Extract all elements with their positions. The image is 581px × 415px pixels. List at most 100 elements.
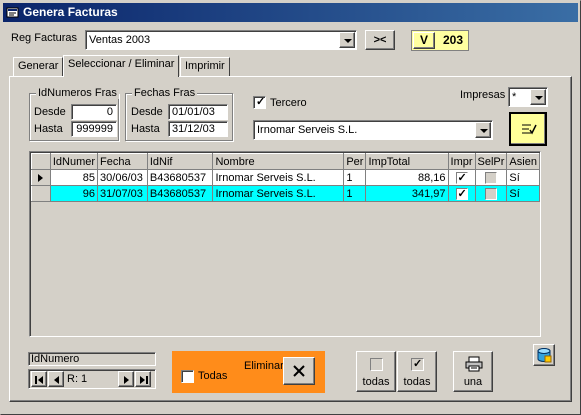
impr-checkbox[interactable]: ✓ xyxy=(455,171,468,184)
fechas-hasta-label: Hasta xyxy=(131,123,160,135)
todas-checkbox[interactable] xyxy=(181,370,194,383)
cell-impr[interactable]: ✓ xyxy=(447,169,476,186)
col-header-fecha[interactable]: Fecha xyxy=(97,153,148,170)
reg-facturas-label: Reg Facturas xyxy=(11,32,78,44)
tercero-checkbox[interactable]: ✓ xyxy=(253,96,266,109)
v-button[interactable]: V xyxy=(413,32,435,49)
counter-value: 203 xyxy=(442,33,464,47)
chevron-down-icon xyxy=(344,39,352,43)
tab-seleccionar-eliminar[interactable]: Seleccionar / Eliminar xyxy=(63,55,180,77)
row-selector[interactable] xyxy=(31,185,51,202)
checkmark-icon: ✓ xyxy=(256,96,266,108)
impresas-select[interactable]: * xyxy=(508,87,548,107)
col-header-imptotal[interactable]: ImpTotal xyxy=(365,153,449,170)
cell-selpr[interactable] xyxy=(474,185,508,202)
reg-facturas-dropdown-button[interactable] xyxy=(339,32,355,48)
cell-fecha[interactable]: 30/06/03 xyxy=(97,169,148,186)
title-bar: Genera Facturas xyxy=(3,3,578,22)
fechas-desde-input[interactable]: 01/01/03 xyxy=(168,104,228,120)
eliminar-button[interactable] xyxy=(283,357,315,385)
prev-record-button[interactable] xyxy=(48,371,64,387)
cell-idnumer[interactable]: 85 xyxy=(49,169,99,186)
cell-idnumer[interactable]: 96 xyxy=(49,185,99,202)
checkmark-icon: ✓ xyxy=(457,187,467,200)
database-icon xyxy=(537,348,552,363)
cell-per[interactable]: 1 xyxy=(343,169,367,186)
table-row[interactable]: 85 30/06/03 B43680537 Irnomar Serveis S.… xyxy=(31,169,540,186)
close-icon xyxy=(293,365,305,377)
impresas-dropdown-button[interactable] xyxy=(530,89,546,105)
chevron-down-icon xyxy=(535,96,543,100)
record-navigator: R: 1 xyxy=(28,369,156,389)
chevron-down-icon xyxy=(480,129,488,133)
version-counter-box: V 203 xyxy=(411,30,469,51)
table-row[interactable]: 96 31/07/03 B43680537 Irnomar Serveis S.… xyxy=(31,185,540,202)
desmarcar-todas-label: todas xyxy=(362,376,390,388)
cell-idnif[interactable]: B43680537 xyxy=(146,185,214,202)
marcar-todas-button[interactable]: ✓ todas xyxy=(397,351,437,392)
navigator-label: IdNumero xyxy=(28,352,156,366)
cell-imptotal[interactable]: 88,16 xyxy=(365,169,449,186)
arrow-left-icon xyxy=(38,376,43,384)
facturas-table: IdNumer Fecha IdNif Nombre Per ImpTotal … xyxy=(31,153,540,202)
desmarcar-todas-button[interactable]: todas xyxy=(356,351,396,392)
tab-imprimir[interactable]: Imprimir xyxy=(180,57,230,77)
cell-per[interactable]: 1 xyxy=(343,185,367,202)
last-record-button[interactable] xyxy=(135,371,151,387)
col-header-asien[interactable]: Asien xyxy=(506,153,540,170)
cell-imptotal[interactable]: 341,97 xyxy=(365,185,449,202)
fechas-desde-label: Desde xyxy=(131,106,163,118)
reg-facturas-select[interactable]: Ventas 2003 xyxy=(85,30,357,50)
apply-filter-button[interactable] xyxy=(509,112,547,146)
col-header-idnif[interactable]: IdNif xyxy=(146,153,214,170)
imprimir-una-button[interactable]: una xyxy=(453,351,493,392)
printer-icon xyxy=(465,356,483,372)
cell-nombre[interactable]: Irnomar Serveis S.L. xyxy=(212,169,345,186)
app-icon xyxy=(6,7,19,18)
cell-impr[interactable]: ✓ xyxy=(447,185,476,202)
grid-header-row: IdNumer Fecha IdNif Nombre Per ImpTotal … xyxy=(31,153,540,170)
last-record-icon xyxy=(146,376,148,384)
next-record-button[interactable] xyxy=(118,371,134,387)
cell-asien[interactable]: Sí xyxy=(506,169,540,186)
col-header-idnumer[interactable]: IdNumer xyxy=(49,153,99,170)
fechas-title: Fechas Fras xyxy=(132,87,198,99)
checkmark-icon: ✓ xyxy=(413,358,423,370)
idnumeros-desde-input[interactable]: 0 xyxy=(71,104,117,120)
tercero-dropdown-button[interactable] xyxy=(475,122,491,138)
database-button[interactable] xyxy=(533,344,555,366)
cell-fecha[interactable]: 31/07/03 xyxy=(97,185,148,202)
grid-corner xyxy=(31,153,51,170)
facturas-grid[interactable]: IdNumer Fecha IdNif Nombre Per ImpTotal … xyxy=(29,151,541,337)
window-title: Genera Facturas xyxy=(23,5,118,19)
main-window: Genera Facturas Reg Facturas Ventas 2003… xyxy=(0,0,581,415)
collapse-button[interactable]: >< xyxy=(365,30,395,50)
col-header-selpr[interactable]: SelPr xyxy=(474,153,508,170)
selpr-checkbox[interactable] xyxy=(484,187,497,200)
cell-nombre[interactable]: Irnomar Serveis S.L. xyxy=(212,185,345,202)
current-row-icon xyxy=(38,174,43,182)
eliminar-title: Eliminar xyxy=(244,360,284,372)
row-selector[interactable] xyxy=(31,169,51,186)
cell-asien[interactable]: Sí xyxy=(506,185,540,202)
first-record-button[interactable] xyxy=(31,371,47,387)
idnumeros-hasta-input[interactable]: 999999 xyxy=(71,121,117,137)
tab-generar[interactable]: Generar xyxy=(13,57,64,77)
impresas-label: Impresas xyxy=(460,89,506,101)
arrow-left-icon xyxy=(54,376,59,384)
tercero-label: Tercero xyxy=(270,97,307,109)
col-header-impr[interactable]: Impr xyxy=(447,153,476,170)
col-header-per[interactable]: Per xyxy=(343,153,367,170)
cell-idnif[interactable]: B43680537 xyxy=(146,169,214,186)
cell-selpr[interactable] xyxy=(474,169,508,186)
arrow-right-icon xyxy=(140,376,145,384)
idnumeros-desde-label: Desde xyxy=(34,106,66,118)
unchecked-box-icon xyxy=(370,358,383,371)
eliminar-panel: Eliminar Todas xyxy=(172,351,325,393)
tercero-select[interactable]: Irnomar Serveis S.L. xyxy=(253,120,493,140)
fechas-hasta-input[interactable]: 31/12/03 xyxy=(168,121,228,137)
idnumeros-title: IdNumeros Fras xyxy=(36,87,119,99)
impr-checkbox[interactable]: ✓ xyxy=(455,187,468,200)
selpr-checkbox[interactable] xyxy=(484,171,497,184)
col-header-nombre[interactable]: Nombre xyxy=(212,153,345,170)
